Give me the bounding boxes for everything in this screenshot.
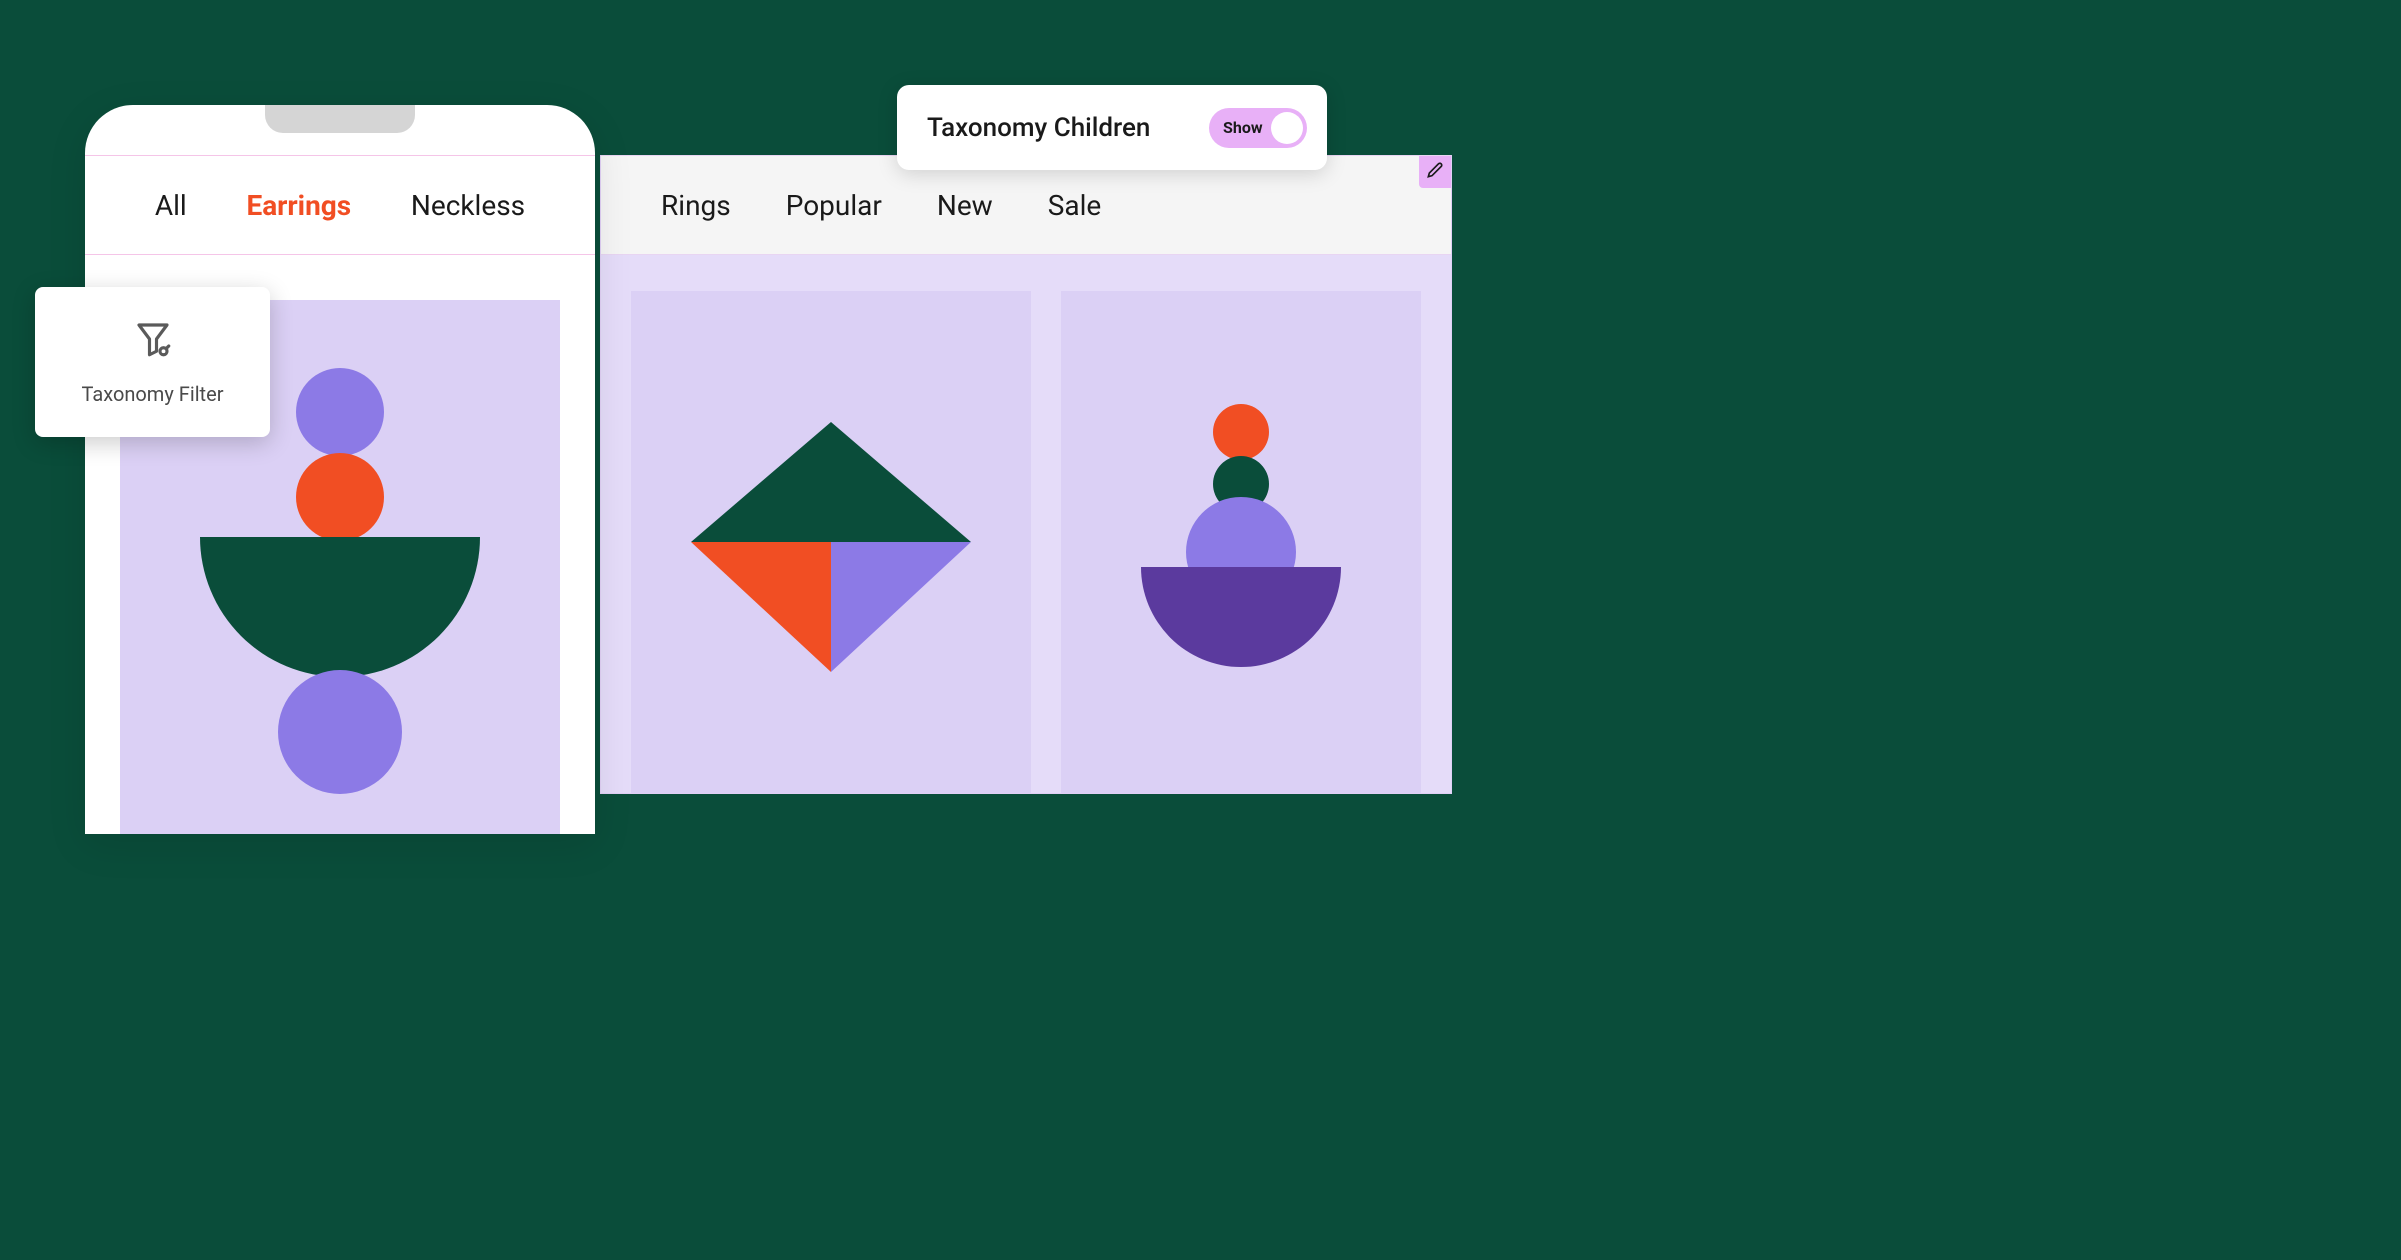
mobile-nav-earrings[interactable]: Earrings — [246, 189, 351, 222]
taxonomy-filter-card[interactable]: Taxonomy Filter — [35, 287, 270, 437]
pencil-icon — [1427, 162, 1443, 182]
taxonomy-children-popover: Taxonomy Children Show — [897, 85, 1327, 170]
mobile-preview: All Earrings Neckless — [85, 105, 595, 834]
nav-item-rings[interactable]: Rings — [661, 189, 731, 222]
product-grid — [631, 291, 1421, 793]
product-shape-stack — [1111, 392, 1371, 692]
toggle-knob — [1271, 112, 1303, 144]
product-card[interactable] — [1061, 291, 1421, 793]
show-toggle[interactable]: Show — [1209, 108, 1307, 148]
toggle-label: Show — [1223, 118, 1263, 137]
product-card[interactable] — [631, 291, 1031, 793]
edit-button[interactable] — [1419, 156, 1451, 188]
mobile-nav-all[interactable]: All — [155, 189, 187, 222]
mobile-nav-bar: All Earrings Neckless — [85, 155, 595, 255]
nav-item-sale[interactable]: Sale — [1048, 189, 1102, 222]
mobile-notch — [265, 105, 415, 133]
desktop-preview: Rings Popular New Sale — [600, 155, 1452, 794]
filter-icon — [132, 318, 174, 364]
product-shape-diamond — [671, 382, 991, 702]
desktop-nav-bar: Rings Popular New Sale — [601, 155, 1451, 255]
taxonomy-children-label: Taxonomy Children — [927, 113, 1150, 143]
filter-label: Taxonomy Filter — [82, 382, 224, 406]
nav-item-popular[interactable]: Popular — [786, 189, 882, 222]
nav-item-new[interactable]: New — [937, 189, 993, 222]
mobile-nav-neckless[interactable]: Neckless — [411, 189, 525, 222]
